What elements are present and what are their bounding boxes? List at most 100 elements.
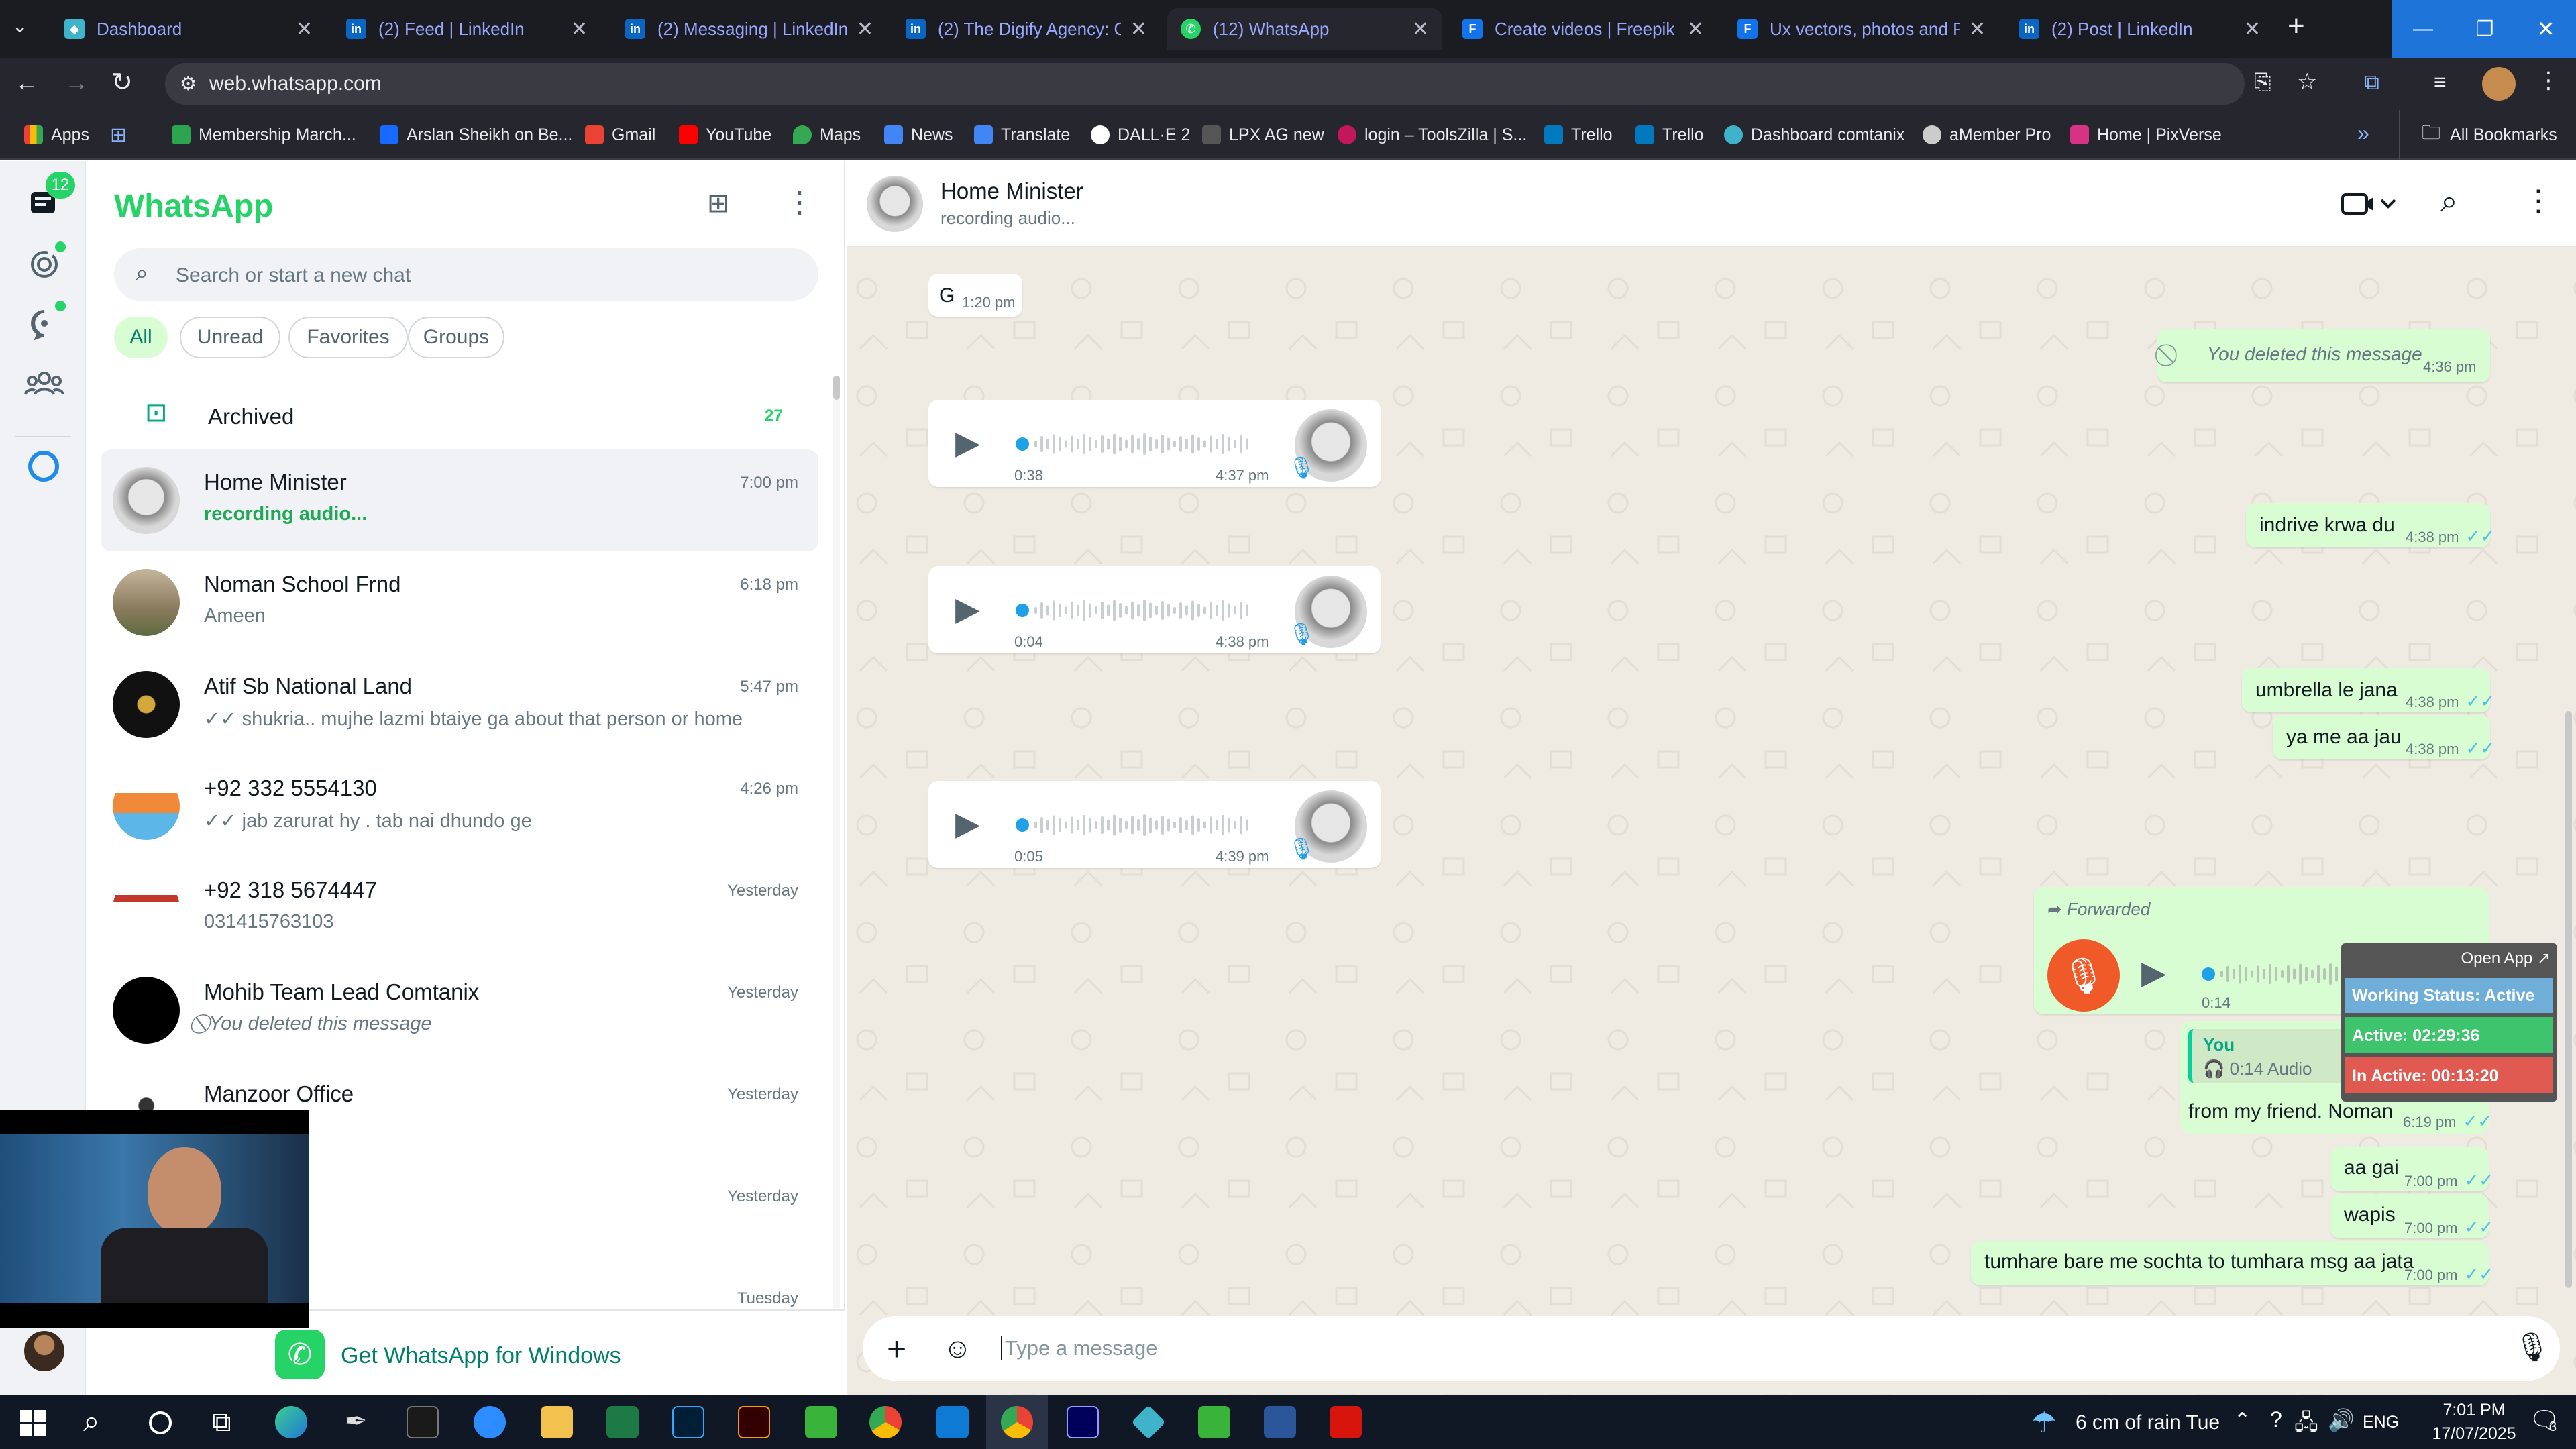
sticker-emoji-icon[interactable]: ☺ xyxy=(943,1332,972,1364)
bookmark-behance[interactable]: Arslan Sheikh on Be... xyxy=(380,122,572,148)
forward-arrow-icon[interactable]: → xyxy=(64,68,89,97)
premiere-icon[interactable] xyxy=(1067,1406,1099,1438)
voice-record-icon[interactable]: 🎙 xyxy=(2514,1331,2550,1364)
cortana-icon[interactable] xyxy=(149,1411,172,1434)
voice-waveform[interactable] xyxy=(1016,812,1250,839)
close-tab-icon[interactable]: ✕ xyxy=(1687,17,1704,41)
archived-row[interactable]: ⊡ Archived 27 xyxy=(101,382,818,449)
edge-browser-icon[interactable] xyxy=(275,1406,307,1438)
weather-rain-icon[interactable]: ☂ xyxy=(2031,1406,2057,1439)
tab-linkedin-messaging[interactable]: in (2) Messaging | LinkedIn ✕ xyxy=(612,8,887,50)
weather-text[interactable]: 6 cm of rain Tue xyxy=(2076,1411,2220,1434)
get-app-link[interactable]: Get WhatsApp for Windows xyxy=(341,1343,621,1369)
system-clock[interactable]: 7:01 PM 17/07/2025 xyxy=(2427,1401,2521,1444)
install-app-icon[interactable]: ⎘ xyxy=(2254,70,2271,95)
play-icon[interactable]: ▶ xyxy=(955,590,980,628)
tab-digify-agency[interactable]: in (2) The Digify Agency: Ov ✕ xyxy=(892,8,1161,50)
bookmark-membership[interactable]: Membership March... xyxy=(172,122,356,148)
media-controls-icon[interactable]: ≡ xyxy=(2434,70,2447,95)
extensions-icon[interactable]: ⧉ xyxy=(2364,70,2379,95)
menu-kebab-icon[interactable]: ⋮ xyxy=(785,185,814,219)
tab-whatsapp[interactable]: ✆ (12) WhatsApp ✕ xyxy=(1167,8,1442,50)
tab-linkedin-post[interactable]: in (2) Post | LinkedIn ✕ xyxy=(2006,8,2274,50)
chat-row-923325554130[interactable]: +92 332 5554130 4:26 pm ✓✓ jab zarurat h… xyxy=(101,755,818,857)
outgoing-text-message[interactable]: indrive krwa du 4:38 pm ✓✓ xyxy=(2246,503,2495,547)
contact-avatar[interactable] xyxy=(867,176,923,232)
chrome-active-icon[interactable] xyxy=(1001,1406,1033,1438)
play-icon[interactable]: ▶ xyxy=(2141,954,2166,991)
chat-row-noman[interactable]: Noman School Frnd 6:18 pm Ameen xyxy=(101,551,818,653)
bookmark-gmail[interactable]: Gmail xyxy=(585,122,655,148)
input-language[interactable]: ENG xyxy=(2363,1413,2399,1432)
conversation-scrollbar-thumb[interactable] xyxy=(2565,711,2572,1288)
bookmark-lpx[interactable]: LPX AG new xyxy=(1202,122,1324,148)
tab-freepik-videos[interactable]: F Create videos | Freepik AI ✕ xyxy=(1449,8,1717,50)
bookmark-youtube[interactable]: YouTube xyxy=(679,122,771,148)
bookmark-trello-1[interactable]: Trello xyxy=(1544,122,1613,148)
terminal-icon[interactable] xyxy=(407,1406,439,1438)
green-app-2-icon[interactable] xyxy=(1198,1406,1230,1438)
new-chat-icon[interactable]: ⊞ xyxy=(707,188,730,219)
close-tab-icon[interactable]: ✕ xyxy=(1412,17,1429,41)
chat-list-scrollbar[interactable] xyxy=(833,376,840,1308)
windows-start-icon[interactable] xyxy=(20,1410,46,1436)
message-input[interactable]: Type a message xyxy=(1001,1336,1157,1360)
close-window-icon[interactable]: ✕ xyxy=(2516,0,2576,58)
excel-icon[interactable] xyxy=(606,1406,639,1438)
hidden-icons-chevron-icon[interactable]: ⌃ xyxy=(2234,1409,2251,1432)
tab-dashboard[interactable]: ◆ Dashboard ✕ xyxy=(51,8,326,50)
green-app-icon[interactable] xyxy=(805,1406,837,1438)
new-tab-plus-icon[interactable]: + xyxy=(2288,9,2305,43)
network-icon[interactable]: 🖧 xyxy=(2294,1407,2318,1444)
bookmark-dashboard-comtanix[interactable]: Dashboard comtanix xyxy=(1724,122,1904,148)
help-icon[interactable]: ? xyxy=(2270,1407,2282,1432)
diamond-app-icon[interactable] xyxy=(1131,1405,1166,1440)
incoming-voice-message[interactable]: ▶ 0:04 4:38 pm 🎙 xyxy=(928,566,1381,653)
pen-tool-icon[interactable]: ✒ xyxy=(345,1406,368,1437)
tab-groups-icon[interactable]: ⊞ xyxy=(110,123,127,147)
work-tracker-widget[interactable]: Open App ↗ Working Status: Active Active… xyxy=(2341,943,2557,1102)
file-explorer-icon[interactable] xyxy=(541,1406,573,1438)
bookmark-star-icon[interactable]: ☆ xyxy=(2297,68,2317,95)
all-bookmarks-folder[interactable]: 🗀 All Bookmarks xyxy=(2422,122,2557,148)
illustrator-icon[interactable] xyxy=(738,1406,770,1438)
open-app-link[interactable]: Open App ↗ xyxy=(2461,949,2551,968)
volume-icon[interactable]: 🔊 xyxy=(2328,1407,2355,1433)
incoming-voice-message[interactable]: ▶ 0:38 4:37 pm 🎙 xyxy=(928,400,1381,487)
incoming-voice-message[interactable]: ▶ 0:05 4:39 pm 🎙 xyxy=(928,781,1381,868)
bookmark-dalle[interactable]: DALL·E 2 xyxy=(1091,122,1190,148)
search-input[interactable]: ⌕ Search or start a new chat xyxy=(114,248,818,301)
chat-row-atif[interactable]: Atif Sb National Land 5:47 pm ✓✓ shukria… xyxy=(101,653,818,755)
search-messages-icon[interactable]: ⌕ xyxy=(2440,182,2458,220)
close-tab-icon[interactable]: ✕ xyxy=(1130,17,1147,41)
bookmark-trello-2[interactable]: Trello xyxy=(1635,122,1704,148)
reload-icon[interactable]: ↻ xyxy=(111,67,133,97)
browser-menu-icon[interactable]: ⋮ xyxy=(2537,67,2560,94)
outgoing-text-message[interactable]: wapis 7:00 pm ✓✓ xyxy=(2330,1194,2493,1238)
acrobat-icon[interactable] xyxy=(1330,1406,1362,1438)
tab-search-chevron-icon[interactable]: ⌄ xyxy=(12,15,28,37)
profile-avatar[interactable] xyxy=(2482,67,2516,101)
close-tab-icon[interactable]: ✕ xyxy=(296,17,313,41)
vscode-icon[interactable] xyxy=(936,1406,969,1438)
close-tab-icon[interactable]: ✕ xyxy=(857,17,873,41)
bookmark-pixverse[interactable]: Home | PixVerse xyxy=(2070,122,2222,148)
communities-nav-button[interactable] xyxy=(24,366,64,401)
conversation-header[interactable]: Home Minister recording audio... ⌕ ⋮ xyxy=(847,161,2576,247)
address-bar[interactable]: ⚙ web.whatsapp.com xyxy=(165,63,2245,105)
more-bookmarks-chevron-icon[interactable]: » xyxy=(2357,121,2369,146)
contact-name[interactable]: Home Minister xyxy=(941,178,1083,204)
my-profile-avatar[interactable] xyxy=(24,1331,64,1371)
play-icon[interactable]: ▶ xyxy=(955,805,980,843)
scrollbar-thumb[interactable] xyxy=(833,376,840,400)
outgoing-text-message[interactable]: umbrella le jana 4:38 pm ✓✓ xyxy=(2242,668,2495,712)
back-arrow-icon[interactable]: ← xyxy=(15,68,39,97)
attach-plus-icon[interactable]: + xyxy=(887,1330,906,1368)
restore-window-icon[interactable]: ❐ xyxy=(2454,0,2516,58)
bookmark-amember[interactable]: aMember Pro xyxy=(1923,122,2051,148)
quoted-message[interactable]: You 🎧 0:14 Audio xyxy=(2188,1029,2353,1083)
chat-row-923185674447[interactable]: +92 318 5674447 Yesterday 031415763103 xyxy=(101,857,818,959)
picture-in-picture-video[interactable] xyxy=(0,1110,309,1328)
status-nav-button[interactable] xyxy=(27,241,66,282)
site-info-icon[interactable]: ⚙ xyxy=(180,72,197,95)
